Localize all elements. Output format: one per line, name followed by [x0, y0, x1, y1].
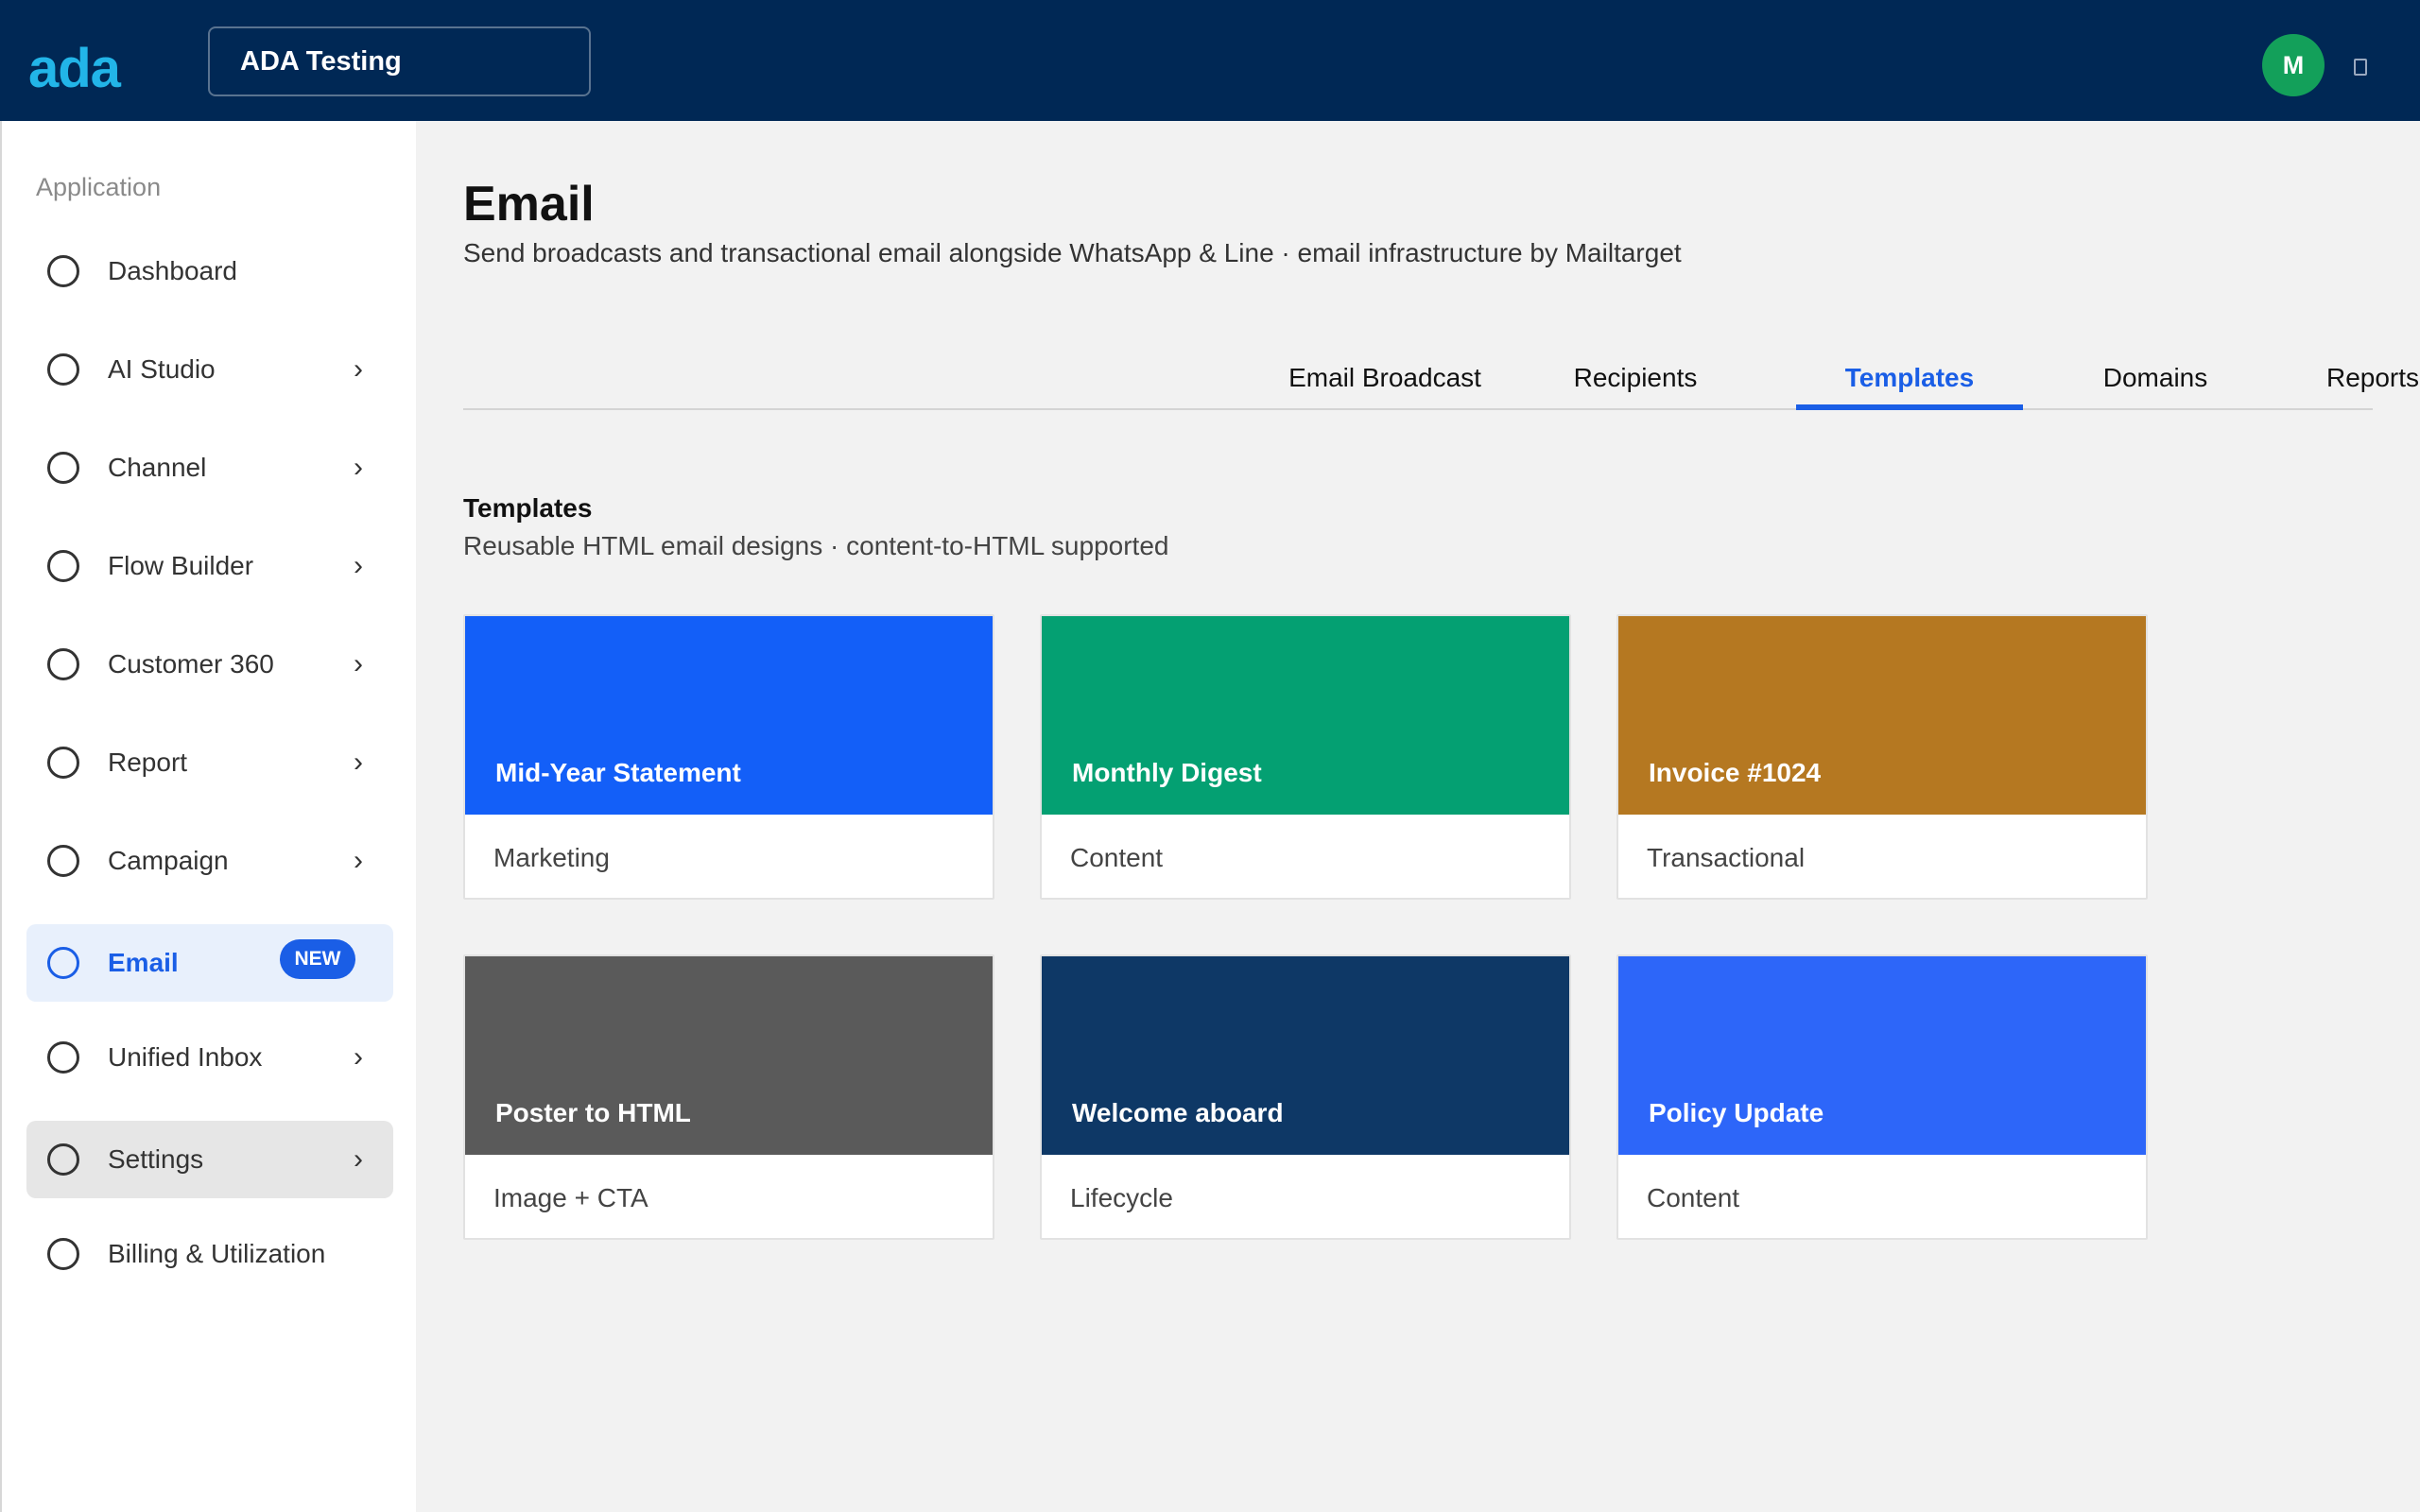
sidebar-item-label: Report	[108, 747, 188, 777]
billing-icon	[47, 1238, 79, 1270]
email-icon	[47, 947, 79, 979]
tab-recipients[interactable]: Recipients	[1550, 350, 1720, 410]
dashboard-icon	[47, 255, 79, 287]
sidebar-item-label: AI Studio	[108, 354, 216, 384]
template-category: Lifecycle	[1070, 1183, 1173, 1212]
template-category: Marketing	[493, 843, 610, 872]
chevron-right-icon: ›	[354, 747, 363, 778]
sidebar-item-label: Dashboard	[108, 256, 237, 285]
template-category: Content	[1070, 843, 1164, 872]
sidebar-item-label: Email	[108, 948, 179, 977]
chevron-right-icon: ›	[354, 845, 363, 876]
tab-email-broadcast[interactable]: Email Broadcast	[1248, 350, 1522, 410]
active-tab-indicator	[1796, 404, 2023, 410]
template-name: Welcome aboard	[1072, 1098, 1284, 1127]
page-subtitle: Send broadcasts and transactional email …	[463, 238, 1682, 267]
template-name: Monthly Digest	[1072, 758, 1262, 787]
chevron-right-icon: ›	[354, 648, 363, 679]
template-name: Poster to HTML	[495, 1098, 691, 1127]
template-category: Image + CTA	[493, 1183, 648, 1212]
tab-domains[interactable]: Domains	[2080, 350, 2231, 410]
report-icon	[47, 747, 79, 779]
sidebar-item-ai-studio[interactable]: AI Studio ›	[26, 331, 393, 408]
channel-icon	[47, 452, 79, 484]
sidebar-item-campaign[interactable]: Campaign ›	[26, 822, 393, 900]
section-subtitle: Reusable HTML email designs · content-to…	[463, 531, 1169, 560]
page-title: Email	[463, 177, 595, 232]
sidebar-item-customer-360[interactable]: Customer 360 ›	[26, 626, 393, 703]
customer-360-icon	[47, 648, 79, 680]
tab-reports[interactable]: Reports	[2297, 350, 2420, 410]
ai-studio-icon	[47, 353, 79, 386]
notification-icon[interactable]	[2354, 59, 2367, 76]
template-category: Content	[1647, 1183, 1740, 1212]
sidebar-item-label: Billing & Utilization	[108, 1239, 326, 1268]
chevron-right-icon: ›	[354, 452, 363, 483]
sidebar-item-channel[interactable]: Channel ›	[26, 429, 393, 507]
sidebar-item-label: Campaign	[108, 846, 229, 875]
sidebar-item-label: Channel	[108, 453, 207, 482]
chevron-right-icon: ›	[354, 1041, 363, 1073]
ada-logo[interactable]: ada	[28, 42, 121, 96]
campaign-icon	[47, 845, 79, 877]
sidebar: Application Dashboard AI Studio › Channe…	[0, 121, 416, 1512]
settings-icon	[47, 1143, 79, 1176]
template-name: Policy Update	[1649, 1098, 1824, 1127]
user-avatar[interactable]: M	[2262, 34, 2325, 96]
chevron-right-icon: ›	[354, 1143, 363, 1175]
tab-bar: Email Broadcast Recipients Templates Dom…	[463, 350, 2419, 410]
template-name: Invoice #1024	[1649, 758, 1822, 787]
sidebar-item-dashboard[interactable]: Dashboard	[26, 232, 393, 310]
sidebar-item-label: Customer 360	[108, 649, 274, 679]
flow-builder-icon	[47, 550, 79, 582]
template-card[interactable]: Welcome aboard Lifecycle	[1040, 954, 1571, 1240]
workspace-selector[interactable]: ADA Testing	[208, 26, 591, 96]
sidebar-heading: Application	[36, 173, 162, 201]
template-category: Transactional	[1647, 843, 1806, 872]
chevron-right-icon: ›	[354, 550, 363, 581]
sidebar-item-billing[interactable]: Billing & Utilization	[26, 1215, 393, 1293]
template-card[interactable]: Mid-Year Statement Marketing	[463, 614, 994, 900]
new-badge: NEW	[280, 939, 355, 979]
sidebar-item-report[interactable]: Report ›	[26, 724, 393, 801]
sidebar-item-label: Unified Inbox	[108, 1042, 263, 1072]
sidebar-item-settings[interactable]: Settings ›	[26, 1121, 393, 1198]
chevron-right-icon: ›	[354, 353, 363, 385]
top-bar: ada ADA Testing M	[0, 0, 2420, 121]
sidebar-item-label: Settings	[108, 1144, 204, 1174]
sidebar-item-email[interactable]: Email NEW	[26, 924, 393, 1002]
template-card[interactable]: Poster to HTML Image + CTA	[463, 954, 994, 1240]
sidebar-item-label: Flow Builder	[108, 551, 254, 580]
unified-inbox-icon	[47, 1041, 79, 1074]
template-card[interactable]: Policy Update Content	[1616, 954, 2148, 1240]
template-card[interactable]: Invoice #1024 Transactional	[1616, 614, 2148, 900]
template-name: Mid-Year Statement	[495, 758, 741, 787]
sidebar-item-unified-inbox[interactable]: Unified Inbox ›	[26, 1019, 393, 1096]
template-card[interactable]: Monthly Digest Content	[1040, 614, 1571, 900]
sidebar-item-flow-builder[interactable]: Flow Builder ›	[26, 527, 393, 605]
section-title: Templates	[463, 493, 593, 523]
tab-templates[interactable]: Templates	[1796, 350, 2023, 410]
